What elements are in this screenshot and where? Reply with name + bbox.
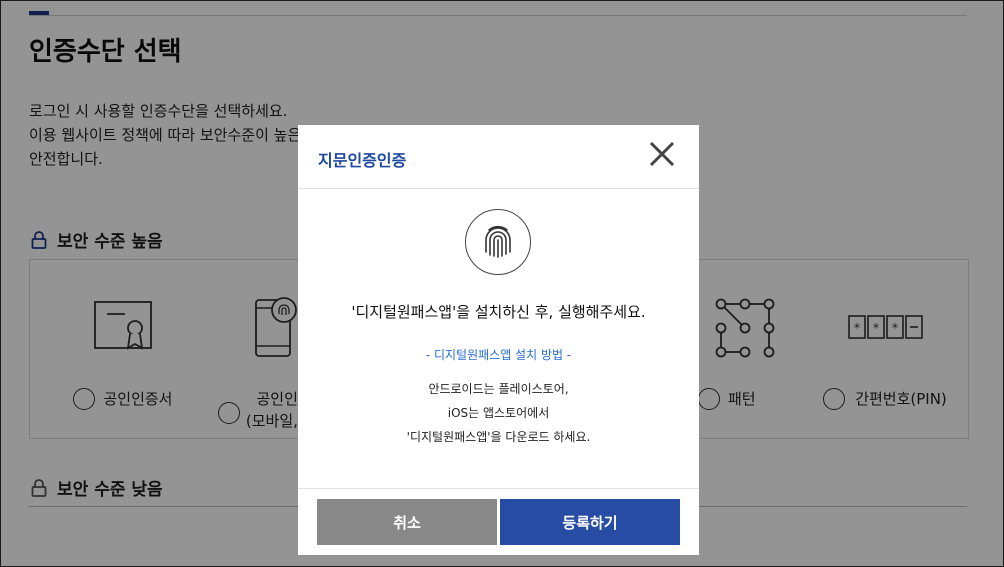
install-message: '디지털원패스앱'을 설치하신 후, 실행해주세요. xyxy=(351,303,646,321)
instruction-line: 안드로이드는 플레이스토어, xyxy=(428,382,569,396)
modal-footer-divider xyxy=(298,488,699,489)
install-instructions: 안드로이드는 플레이스토어, iOS는 앱스토어에서 '디지털원패스앱'을 다운… xyxy=(298,377,699,449)
modal-header: 지문인증인증 xyxy=(298,125,699,189)
install-guide-link[interactable]: - 디지털원패스앱 설치 방법 - xyxy=(298,346,699,363)
fingerprint-icon xyxy=(485,225,511,258)
close-icon[interactable] xyxy=(647,139,677,169)
modal-title: 지문인증인증 xyxy=(318,151,407,170)
instruction-line: '디지털원패스앱'을 다운로드 하세요. xyxy=(406,430,591,444)
fingerprint-modal: 지문인증인증 '디지털원패스앱'을 설치하신 후, 실행해주세요. - 디지털원… xyxy=(298,125,699,555)
cancel-button[interactable]: 취소 xyxy=(317,499,497,545)
instruction-line: iOS는 앱스토어에서 xyxy=(447,406,550,420)
fingerprint-badge xyxy=(465,209,531,275)
page-frame: 인증수단 선택 로그인 시 사용할 인증수단을 선택하세요. 이용 웹사이트 정… xyxy=(0,0,1004,567)
register-button[interactable]: 등록하기 xyxy=(500,499,680,545)
